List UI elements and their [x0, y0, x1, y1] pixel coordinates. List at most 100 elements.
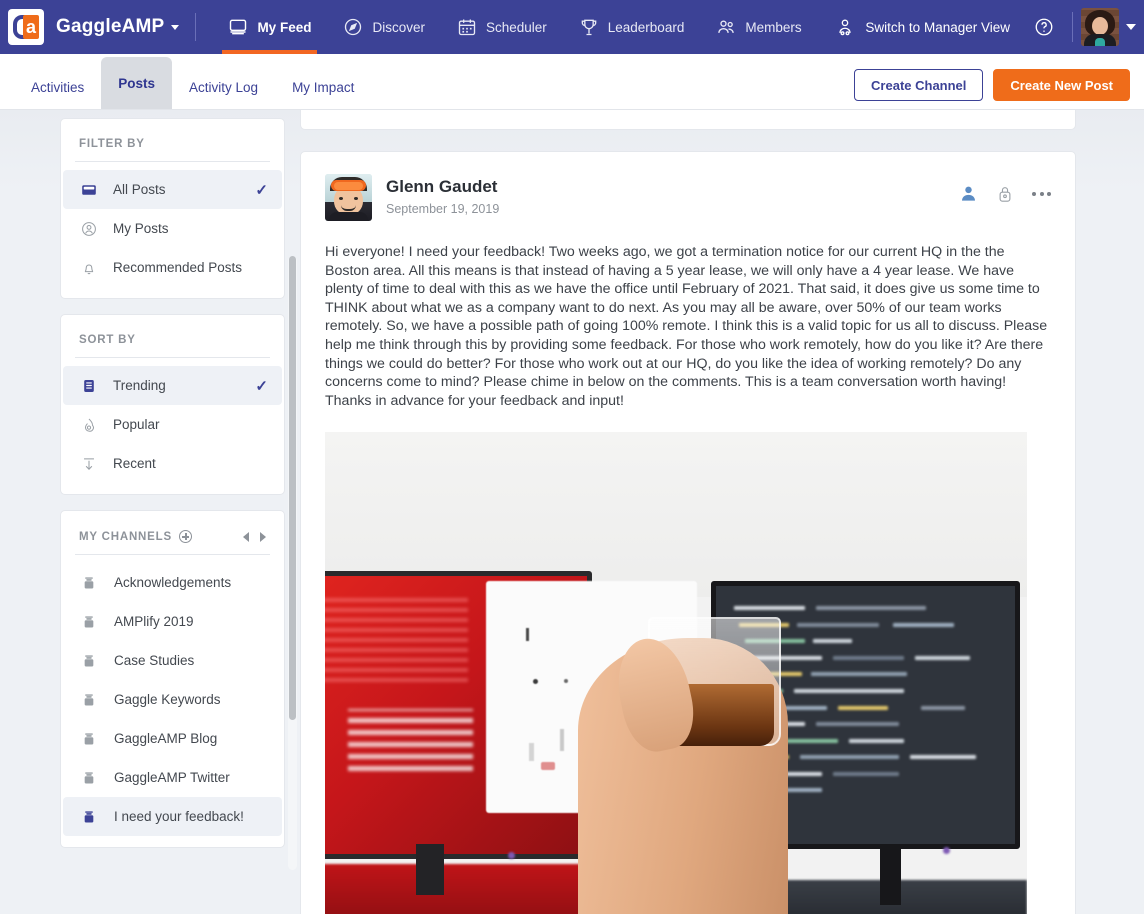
main-nav: My Feed Discover Scheduler Leaderboard M… [212, 0, 817, 54]
nav-item-my-feed[interactable]: My Feed [212, 0, 327, 54]
nav-item-members[interactable]: Members [700, 0, 817, 54]
trophy-icon [581, 19, 597, 36]
page-body: FILTER BY All Posts ✓ My Posts Recommend… [0, 110, 1144, 914]
sort-by-title: SORT BY [79, 334, 136, 346]
channel-icon [84, 654, 94, 666]
tab-my-impact[interactable]: My Impact [275, 65, 371, 109]
nav-label: Scheduler [485, 19, 547, 35]
tab-activities[interactable]: Activities [14, 65, 101, 109]
sidebar-item-label: Popular [113, 417, 160, 432]
sidebar-item-label: Trending [113, 378, 166, 393]
user-avatar[interactable] [1081, 8, 1119, 46]
sidebar-item-label: Recommended Posts [113, 260, 243, 275]
sidebar-scroll-area: FILTER BY All Posts ✓ My Posts Recommend… [60, 110, 285, 914]
sidebar-item-popular[interactable]: Popular [63, 405, 282, 444]
switch-to-manager-view-button[interactable]: Switch to Manager View [821, 17, 1024, 37]
channels-pager [243, 531, 266, 542]
sidebar-item-recent[interactable]: Recent [63, 444, 282, 483]
list-item[interactable]: GaggleAMP Blog [63, 719, 282, 758]
list-item[interactable]: GaggleAMP Twitter [63, 758, 282, 797]
post-meta: Glenn Gaudet September 19, 2019 [386, 174, 499, 216]
chevron-down-icon[interactable] [171, 24, 180, 30]
sort-by-panel: SORT BY Trending ✓ Popular Recent [60, 314, 285, 495]
sidebar-item-recommended-posts[interactable]: Recommended Posts [63, 248, 282, 287]
divider [75, 161, 270, 162]
check-icon: ✓ [255, 377, 268, 395]
brand-area[interactable]: a GaggleAMP [0, 9, 180, 45]
vertical-scrollbar[interactable] [288, 256, 297, 870]
lock-icon[interactable] [996, 185, 1014, 203]
post-body-text: Hi everyone! I need your feedback! Two w… [325, 244, 1048, 409]
previous-post-card-partial[interactable] [300, 110, 1076, 130]
channel-icon [84, 693, 94, 705]
flame-icon [84, 418, 94, 432]
compass-icon [345, 18, 362, 36]
nav-item-discover[interactable]: Discover [327, 0, 441, 54]
channel-icon [84, 615, 94, 627]
arrow-left-icon[interactable] [243, 531, 249, 542]
nav-item-leaderboard[interactable]: Leaderboard [563, 0, 701, 54]
sidebar-item-label: My Posts [113, 221, 169, 236]
sidebar-item-trending[interactable]: Trending ✓ [63, 366, 282, 405]
help-circle-icon[interactable] [1034, 17, 1054, 37]
post-author-avatar[interactable] [325, 174, 372, 221]
person-filled-icon[interactable] [959, 184, 978, 203]
filter-by-title: FILTER BY [79, 138, 145, 150]
list-item[interactable]: Gaggle Keywords [63, 680, 282, 719]
user-circle-icon [82, 221, 96, 236]
channel-icon [84, 732, 94, 744]
switch-view-label: Switch to Manager View [865, 19, 1010, 35]
chevron-down-icon[interactable] [1126, 24, 1136, 30]
sub-tabs: Activities Posts Activity Log My Impact [0, 53, 371, 109]
tab-activity-log[interactable]: Activity Log [172, 65, 275, 109]
post-header: Glenn Gaudet September 19, 2019 [325, 174, 1051, 221]
sidebar-item-label: All Posts [113, 182, 166, 197]
header-divider-2 [1072, 12, 1073, 42]
inbox-filled-icon [82, 184, 96, 195]
plus-circle-icon[interactable] [178, 530, 192, 543]
list-item-selected[interactable]: I need your feedback! [63, 797, 282, 836]
list-item[interactable]: Acknowledgements [63, 563, 282, 602]
arrow-right-icon[interactable] [260, 531, 266, 542]
check-icon: ✓ [255, 181, 268, 199]
my-channels-title: MY CHANNELS [79, 530, 172, 543]
sub-nav-actions: Create Channel Create New Post [854, 69, 1144, 109]
post-date: September 19, 2019 [386, 202, 500, 216]
channel-label: Gaggle Keywords [114, 692, 221, 707]
header-right-area: Switch to Manager View [821, 0, 1144, 54]
nav-label: My Feed [257, 19, 312, 35]
divider [75, 554, 270, 555]
channel-icon [84, 576, 94, 588]
more-options-icon[interactable] [1032, 191, 1051, 196]
people-icon [718, 20, 735, 33]
list-filled-icon [84, 379, 94, 392]
post-photo-hand-holding-coffee-glass-in-front-of-monitors[interactable] [325, 432, 1027, 914]
tab-posts[interactable]: Posts [101, 57, 173, 109]
post-feed: Glenn Gaudet September 19, 2019 Hi every… [300, 110, 1144, 914]
filter-by-panel: FILTER BY All Posts ✓ My Posts Recommend… [60, 118, 285, 299]
list-item[interactable]: Case Studies [63, 641, 282, 680]
left-sidebar: FILTER BY All Posts ✓ My Posts Recommend… [0, 110, 300, 914]
sidebar-item-my-posts[interactable]: My Posts [63, 209, 282, 248]
post-author-name[interactable]: Glenn Gaudet [386, 177, 499, 197]
create-channel-button[interactable]: Create Channel [854, 69, 984, 101]
post-card: Glenn Gaudet September 19, 2019 Hi every… [300, 151, 1076, 914]
bell-icon [84, 263, 94, 274]
feed-book-icon [230, 19, 247, 35]
top-header: a GaggleAMP My Feed Discover Scheduler L… [0, 0, 1144, 54]
sub-navigation: Activities Posts Activity Log My Impact … [0, 54, 1144, 110]
create-new-post-button[interactable]: Create New Post [993, 69, 1130, 101]
channel-label: GaggleAMP Twitter [114, 770, 230, 785]
channel-label: Case Studies [114, 653, 195, 668]
nav-label: Members [745, 19, 802, 35]
channel-label: AMPlify 2019 [114, 614, 194, 629]
list-item[interactable]: AMPlify 2019 [63, 602, 282, 641]
gaggleamp-logo-icon[interactable]: a [8, 9, 44, 45]
sidebar-item-all-posts[interactable]: All Posts ✓ [63, 170, 282, 209]
scrollbar-thumb[interactable] [289, 256, 296, 720]
channel-label: I need your feedback! [114, 809, 244, 824]
person-switch-icon [839, 19, 852, 36]
nav-label: Leaderboard [607, 19, 685, 35]
channel-label: Acknowledgements [114, 575, 232, 590]
nav-item-scheduler[interactable]: Scheduler [441, 0, 563, 54]
